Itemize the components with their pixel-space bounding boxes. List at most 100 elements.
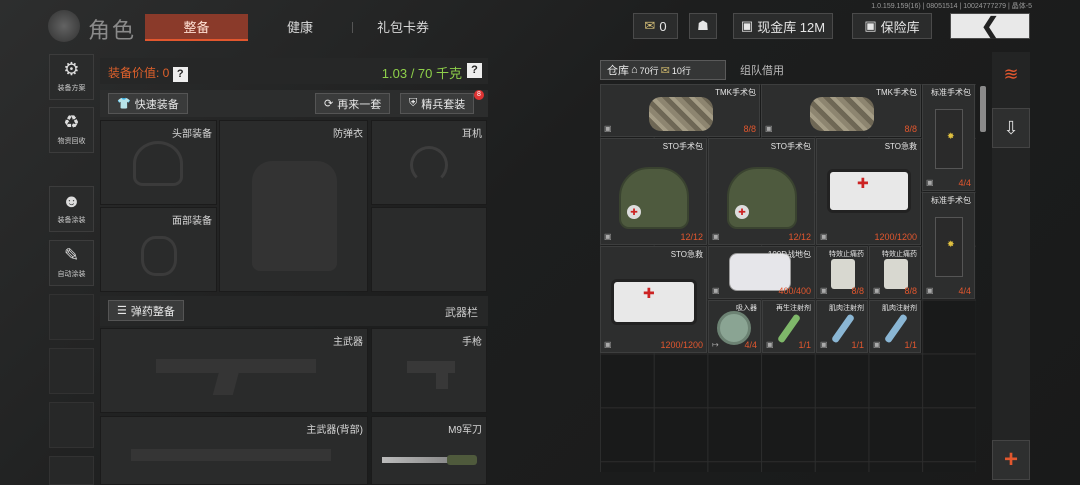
list-item[interactable]: 肌肉注射剂 1/1 ▣ [869,300,921,353]
tab-health[interactable]: 健康 [260,14,340,41]
painkiller-jar-icon [884,259,908,289]
box-icon: ▣ [820,232,828,241]
list-item[interactable]: 特效止痛药 8/8 ▣ [816,246,868,299]
shirt-icon: 👕 [117,98,131,110]
sidebar-item-loadout[interactable]: ⚙ 装备方案 [49,54,94,100]
sidebar-item-recycle[interactable]: ♻ 物资回收 [49,107,94,153]
quick-equip-label: 快速装备 [134,98,179,111]
back-button[interactable]: ❮ [950,13,1030,39]
surgical-kit-icon [649,97,713,131]
list-item[interactable]: ✸ 标准手术包 4/4 ▣ [922,84,975,191]
list-item[interactable]: ✸ 标准手术包 4/4 ▣ [922,192,975,299]
equipment-value-text: 装备价值: 0 [108,66,170,80]
slot-head[interactable]: 头部装备 [100,120,217,205]
box-icon: ▣ [926,286,934,295]
star-icon: ✸ [947,239,955,249]
character-button[interactable]: ☗ [689,13,717,39]
slot-empty [371,207,487,292]
item-count: 8/8 [904,286,917,296]
plus-icon: + [1003,446,1018,473]
item-name: 再生注射剂 [776,305,811,312]
item-count: 4/4 [744,340,757,350]
help-icon[interactable]: ? [467,63,482,78]
sidebar-empty-slot [49,456,94,485]
weight-text: 1.03 / 70 千克 [381,66,462,81]
syringe-icon [776,313,802,344]
slot-label: 手枪 [462,337,482,348]
medical-cross-icon: ✚ [627,205,641,219]
slot-headset[interactable]: 耳机 [371,120,487,205]
item-count: 400/400 [778,286,811,296]
weapon-bar-header: ☰ 弹药整备 武器栏 [100,296,488,326]
quick-equip-button[interactable]: 👕 快速装备 [108,93,188,114]
sidebar-empty-slot [49,294,94,340]
box-icon: ▣ [820,286,828,295]
slot-label: 主武器 [333,337,363,348]
elite-kit-button[interactable]: ⛨ 精兵套装 [400,93,475,114]
cash-vault-button[interactable]: ▣ 现金库 12M [733,13,833,39]
insurance-vault-button[interactable]: ▣ 保险库 [852,13,932,39]
item-name: TMK手术包 [876,88,917,97]
paint-icon: ☻ [62,191,81,211]
slot-primary-weapon-back[interactable]: 主武器(背部) [100,416,368,485]
surgical-kit-icon [810,97,874,131]
slot-armor[interactable]: 防弹衣 [219,120,368,292]
list-item[interactable]: 再生注射剂 1/1 ▣ [762,300,815,353]
headset-icon [410,146,448,184]
stash-deposit-button[interactable]: ⇩ [992,108,1030,148]
item-count: 1200/1200 [874,232,917,242]
painkiller-jar-icon [831,259,855,289]
help-icon[interactable]: ? [172,67,188,82]
item-name: 标准手术包 [931,196,971,205]
tab-team-loan[interactable]: 组队借用 [734,60,814,80]
add-row-button[interactable]: + [992,440,1030,480]
tab-gift[interactable]: 礼包卡券 [362,14,444,41]
sidebar-item-paint[interactable]: ☻ 装备涂装 [49,186,94,232]
list-item[interactable]: 100D战地包 400/400 ▣ [708,246,815,299]
slot-knife[interactable]: M9军刀 [371,416,487,485]
box-icon: ▣ [604,340,612,349]
tab-equip[interactable]: 整备 [145,14,248,41]
list-item[interactable]: ✚ STO手术包 12/12 ▣ [708,138,815,245]
slot-pistol[interactable]: 手枪 [371,328,487,413]
layers-sort-icon[interactable]: ≋ [992,54,1030,94]
vest-icon [252,161,337,271]
list-item[interactable]: ✚ STO急救 1200/1200 ▣ [600,246,707,353]
tab-warehouse[interactable]: 仓库 ⌂ 70行 ✉ 10行 [600,60,726,80]
list-item[interactable]: TMK手术包 8/8 ▣ [761,84,921,137]
slot-primary-weapon[interactable]: 主武器 [100,328,368,413]
wallet-icon: ▣ [740,18,754,33]
list-item[interactable]: TMK手术包 8/8 ▣ [600,84,760,137]
slot-face[interactable]: 面部装备 [100,207,217,292]
coupon-count: 0 [659,18,667,34]
item-name: STO手术包 [770,142,811,151]
sidebar-item-label: 自动涂装 [57,271,86,278]
medical-cross-icon: ✚ [857,175,869,191]
sidebar-item-auto-paint[interactable]: ✎ 自动涂装 [49,240,94,286]
arrow-icon: ↦ [712,340,719,349]
item-name: STO急救 [670,250,703,259]
again-button[interactable]: ⟳ 再来一套 [315,93,391,114]
list-item[interactable]: ✚ STO急救 1200/1200 ▣ [816,138,921,245]
stack-download-icon: ⇩ [1003,117,1019,138]
recycle-icon: ♻ [63,112,80,132]
warehouse-rows-extra: 10行 [671,65,691,76]
helmet-icon [133,141,183,186]
list-item[interactable]: 吸入器 4/4 ↦ [708,300,761,353]
sidebar-item-label: 装备涂装 [57,217,86,224]
warehouse-tools: ≋ ⇩ + [992,52,1030,480]
coupon-button[interactable]: ✉ 0 [633,13,678,39]
slot-label: 主武器(背部) [306,425,363,436]
list-item[interactable]: 特效止痛药 8/8 ▣ [869,246,921,299]
team-loan-label: 组队借用 [740,65,784,77]
ammo-icon: ☰ [117,305,127,317]
warehouse-scrollbar[interactable] [980,86,986,132]
list-item[interactable]: ✚ STO手术包 12/12 ▣ [600,138,707,245]
list-item[interactable]: 肌肉注射剂 1/1 ▣ [816,300,868,353]
rifle-grip [212,371,240,395]
box-icon: ▣ [766,340,774,349]
item-count: 8/8 [743,124,756,134]
item-count: 1/1 [798,340,811,350]
refresh-icon: ⟳ [324,98,334,110]
ammo-prep-button[interactable]: ☰ 弹药整备 [108,300,184,321]
